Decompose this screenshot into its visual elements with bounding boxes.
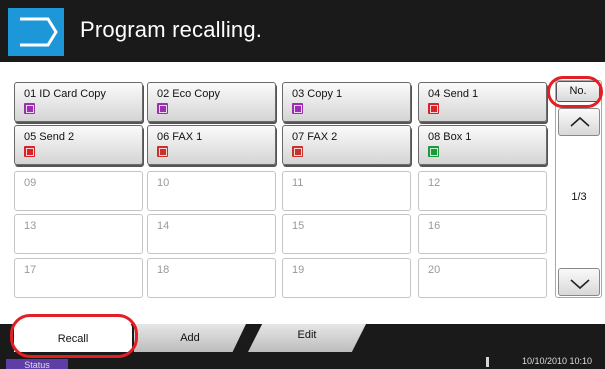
- program-button[interactable]: 02 Eco Copy: [147, 82, 276, 122]
- status-indicator-icon: [486, 357, 489, 367]
- program-button[interactable]: 01 ID Card Copy: [14, 82, 143, 122]
- number-button[interactable]: No.: [556, 81, 600, 102]
- chevron-down-icon: [570, 279, 590, 290]
- program-arrow-icon: [8, 8, 64, 56]
- program-label: 14: [157, 220, 170, 232]
- program-label: 01 ID Card Copy: [24, 88, 106, 100]
- scroll-up-button[interactable]: [558, 108, 600, 136]
- program-button[interactable]: 10: [147, 171, 276, 211]
- program-button[interactable]: 18: [147, 258, 276, 298]
- program-label: 05 Send 2: [24, 131, 75, 143]
- program-label: 10: [157, 177, 170, 189]
- program-button[interactable]: 06 FAX 1: [147, 125, 276, 165]
- program-label: 20: [428, 264, 441, 276]
- program-label: 09: [24, 177, 37, 189]
- program-label: 08 Box 1: [428, 131, 472, 143]
- program-button[interactable]: 13: [14, 214, 143, 254]
- program-label: 07 FAX 2: [292, 131, 338, 143]
- program-label: 18: [157, 264, 170, 276]
- program-label: 06 FAX 1: [157, 131, 203, 143]
- tab-edit[interactable]: Edit: [248, 324, 366, 352]
- status-button[interactable]: Status: [6, 359, 68, 369]
- program-label: 11: [292, 177, 304, 189]
- program-button[interactable]: 19: [282, 258, 411, 298]
- program-button[interactable]: 12: [418, 171, 547, 211]
- status-bar: [0, 354, 605, 369]
- program-button[interactable]: 04 Send 1: [418, 82, 547, 122]
- send-icon: [24, 146, 35, 157]
- title-bar: Program recalling.: [0, 0, 605, 62]
- date-time: 10/10/2010 10:10: [522, 356, 593, 366]
- program-label: 02 Eco Copy: [157, 88, 220, 100]
- page-title: Program recalling.: [80, 17, 263, 42]
- program-label: 04 Send 1: [428, 88, 479, 100]
- send-icon: [428, 103, 439, 114]
- program-button[interactable]: 15: [282, 214, 411, 254]
- program-button[interactable]: 08 Box 1: [418, 125, 547, 165]
- fax-icon: [292, 146, 303, 157]
- copy-icon: [24, 103, 35, 114]
- chevron-up-icon: [570, 116, 590, 127]
- program-label: 12: [428, 177, 441, 189]
- tab-add[interactable]: Add: [134, 324, 246, 352]
- program-button[interactable]: 14: [147, 214, 276, 254]
- program-button[interactable]: 03 Copy 1: [282, 82, 411, 122]
- program-label: 17: [24, 264, 37, 276]
- fax-icon: [157, 146, 168, 157]
- program-button[interactable]: 07 FAX 2: [282, 125, 411, 165]
- program-button[interactable]: 11: [282, 171, 411, 211]
- program-button[interactable]: 20: [418, 258, 547, 298]
- program-label: 16: [428, 220, 441, 232]
- program-button[interactable]: 17: [14, 258, 143, 298]
- page-indicator: 1/3: [571, 191, 587, 203]
- program-label: 13: [24, 220, 37, 232]
- copy-icon: [292, 103, 303, 114]
- program-label: 15: [292, 220, 305, 232]
- tab-recall[interactable]: Recall: [14, 322, 132, 352]
- program-button[interactable]: 05 Send 2: [14, 125, 143, 165]
- program-button[interactable]: 09: [14, 171, 143, 211]
- copy-icon: [157, 103, 168, 114]
- scroll-down-button[interactable]: [558, 268, 600, 296]
- program-button[interactable]: 16: [418, 214, 547, 254]
- program-label: 03 Copy 1: [292, 88, 343, 100]
- box-icon: [428, 146, 439, 157]
- program-label: 19: [292, 264, 305, 276]
